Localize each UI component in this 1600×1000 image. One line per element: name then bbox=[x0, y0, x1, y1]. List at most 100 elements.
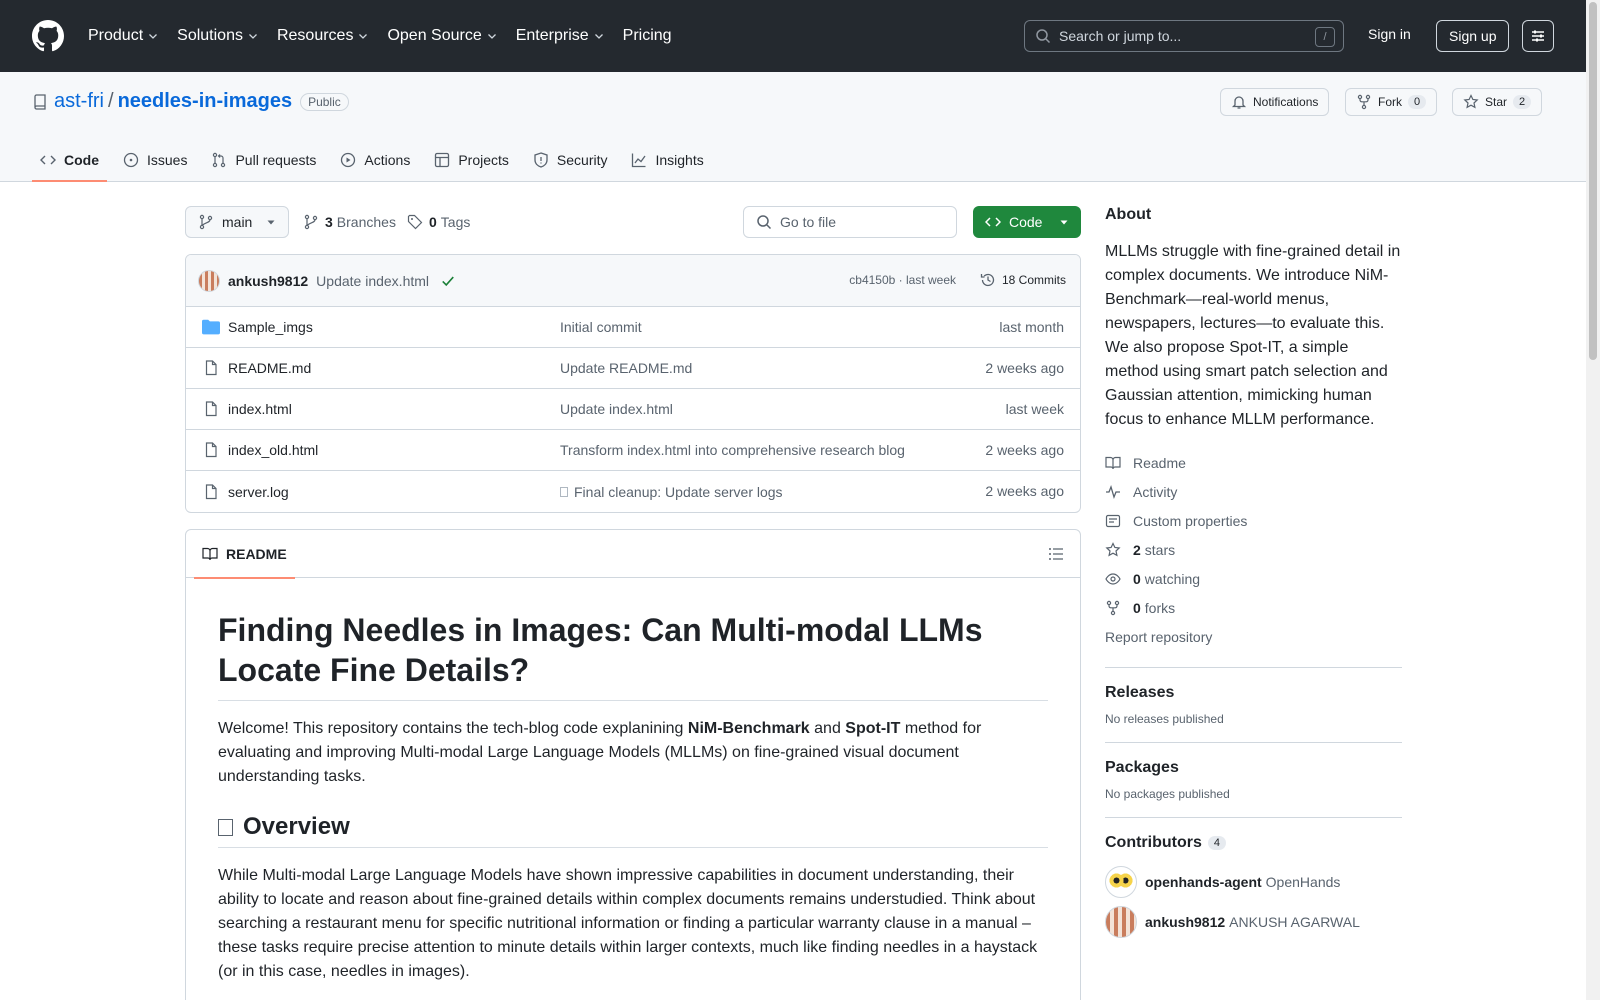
commit-message[interactable]: Update index.html bbox=[316, 273, 429, 289]
nav-resources[interactable]: Resources bbox=[277, 27, 377, 45]
chevron-down-icon bbox=[487, 34, 496, 39]
nav-product[interactable]: Product bbox=[88, 27, 167, 45]
activity-link[interactable]: Activity bbox=[1105, 477, 1402, 506]
commit-author[interactable]: ankush9812 bbox=[228, 273, 308, 289]
contributor-item[interactable]: ankush9812 ANKUSH AGARWAL bbox=[1105, 902, 1402, 942]
nav-label: Product bbox=[88, 27, 144, 44]
stars-link[interactable]: 2 stars bbox=[1105, 535, 1402, 564]
avatar[interactable] bbox=[198, 269, 220, 292]
search-input[interactable]: Search or jump to... / bbox=[1024, 20, 1344, 52]
tab-actions[interactable]: Actions bbox=[332, 138, 418, 182]
contributor-login[interactable]: openhands-agent bbox=[1145, 874, 1262, 890]
tab-issues[interactable]: Issues bbox=[115, 138, 195, 182]
check-icon[interactable] bbox=[441, 274, 455, 288]
packages-text: No packages published bbox=[1105, 787, 1230, 801]
readme-tab[interactable]: README bbox=[194, 530, 295, 579]
file-icon bbox=[205, 483, 217, 499]
branch-select-button[interactable]: main bbox=[185, 206, 290, 238]
commit-hash-time[interactable]: cb4150b · last week bbox=[849, 273, 956, 287]
contributor-login[interactable]: ankush9812 bbox=[1145, 914, 1225, 930]
github-logo-icon[interactable] bbox=[32, 20, 64, 52]
commits-count: 18 Commits bbox=[1001, 273, 1066, 287]
nav-label: Pricing bbox=[622, 27, 672, 44]
missing-glyph-box bbox=[560, 486, 568, 497]
watching-label: watching bbox=[1144, 570, 1201, 587]
contributor-item[interactable]: openhands-agent OpenHands bbox=[1105, 862, 1402, 902]
contributors-title[interactable]: Contributors 4 bbox=[1105, 834, 1402, 852]
file-row[interactable]: Sample_imgs Initial commit last month bbox=[186, 307, 1080, 348]
avatar[interactable] bbox=[1105, 906, 1137, 938]
branch-icon bbox=[199, 214, 213, 230]
forks-label: forks bbox=[1144, 599, 1176, 616]
file-commit-message[interactable]: Update index.html bbox=[560, 401, 673, 417]
branches-link[interactable]: 3 Branches bbox=[303, 214, 396, 230]
list-icon[interactable] bbox=[1048, 546, 1064, 562]
code-icon bbox=[40, 155, 56, 165]
nav-enterprise[interactable]: Enterprise bbox=[516, 27, 613, 45]
report-repository-link[interactable]: Report repository bbox=[1105, 622, 1402, 651]
tab-insights[interactable]: Insights bbox=[623, 138, 711, 182]
menu-button[interactable] bbox=[1522, 20, 1554, 52]
nav-label: Enterprise bbox=[515, 27, 589, 44]
file-row[interactable]: README.md Update README.md 2 weeks ago bbox=[186, 348, 1080, 389]
note-icon bbox=[1105, 514, 1121, 527]
tab-label: Projects bbox=[458, 152, 509, 168]
tags-link[interactable]: 0 Tags bbox=[407, 214, 470, 230]
sign-up-button[interactable]: Sign up bbox=[1436, 20, 1510, 52]
file-row[interactable]: index_old.html Transform index.html into… bbox=[186, 430, 1080, 471]
nav-label: Resources bbox=[276, 27, 354, 44]
go-to-file-input[interactable]: Go to file bbox=[743, 206, 957, 238]
latest-commit-bar: ankush9812 Update index.html cb4150b · l… bbox=[186, 255, 1080, 307]
fork-icon bbox=[1357, 94, 1371, 110]
tab-code[interactable]: Code bbox=[32, 138, 107, 182]
repo-owner-link[interactable]: ast-fri bbox=[54, 90, 104, 113]
file-icon bbox=[205, 360, 217, 376]
contributors-title-text: Contributors bbox=[1105, 834, 1202, 851]
tab-pull-requests[interactable]: Pull requests bbox=[203, 138, 324, 182]
stars-count: 2 bbox=[1133, 541, 1141, 558]
file-row[interactable]: index.html Update index.html last week bbox=[186, 389, 1080, 430]
bell-icon bbox=[1231, 96, 1247, 109]
tab-label: Issues bbox=[147, 152, 188, 168]
intro-text: and bbox=[809, 720, 846, 737]
page-scrollbar[interactable] bbox=[1586, 0, 1600, 1000]
file-commit-message[interactable]: Initial commit bbox=[560, 319, 642, 335]
file-commit-message[interactable]: Update README.md bbox=[560, 360, 692, 376]
commits-link[interactable]: 18 Commits bbox=[980, 272, 1066, 288]
file-row[interactable]: server.log Final cleanup: Update server … bbox=[186, 471, 1080, 512]
file-commit-message[interactable]: Final cleanup: Update server logs bbox=[560, 484, 783, 500]
code-button[interactable]: Code bbox=[973, 206, 1081, 238]
repo-name-link[interactable]: needles-in-images bbox=[118, 90, 293, 113]
file-name[interactable]: index_old.html bbox=[228, 442, 560, 458]
fork-count: 0 bbox=[1408, 95, 1427, 109]
releases-title[interactable]: Releases bbox=[1105, 684, 1402, 702]
avatar[interactable] bbox=[1105, 866, 1137, 898]
nav-open-source[interactable]: Open Source bbox=[387, 27, 505, 45]
branches-label: Branches bbox=[336, 214, 396, 230]
packages-title[interactable]: Packages bbox=[1105, 759, 1402, 777]
file-name[interactable]: index.html bbox=[228, 401, 560, 417]
notifications-button[interactable]: Notifications bbox=[1220, 88, 1330, 116]
file-name[interactable]: server.log bbox=[228, 484, 560, 500]
custom-properties-link[interactable]: Custom properties bbox=[1105, 506, 1402, 535]
file-commit-message[interactable]: Transform index.html into comprehensive … bbox=[560, 442, 905, 458]
about-title: About bbox=[1105, 206, 1152, 223]
file-name[interactable]: README.md bbox=[228, 360, 560, 376]
tab-security[interactable]: Security bbox=[525, 138, 616, 182]
file-name[interactable]: Sample_imgs bbox=[228, 319, 560, 335]
tab-projects[interactable]: Projects bbox=[426, 138, 517, 182]
scrollbar-thumb[interactable] bbox=[1589, 2, 1597, 360]
folder-icon bbox=[202, 319, 220, 335]
sign-in-link[interactable]: Sign in bbox=[1368, 26, 1411, 42]
contributors-count: 4 bbox=[1207, 836, 1226, 850]
watching-link[interactable]: 0 watching bbox=[1105, 564, 1402, 593]
intro-bold: Spot-IT bbox=[845, 720, 901, 737]
readme-link[interactable]: Readme bbox=[1105, 448, 1402, 477]
repo-sidebar: About MLLMs struggle with fine-grained d… bbox=[1105, 206, 1402, 942]
nav-solutions[interactable]: Solutions bbox=[177, 27, 267, 45]
file-icon bbox=[205, 442, 217, 458]
forks-link[interactable]: 0 forks bbox=[1105, 593, 1402, 622]
fork-button[interactable]: Fork 0 bbox=[1345, 88, 1438, 116]
nav-pricing[interactable]: Pricing bbox=[623, 27, 680, 45]
star-button[interactable]: Star 2 bbox=[1452, 88, 1543, 116]
